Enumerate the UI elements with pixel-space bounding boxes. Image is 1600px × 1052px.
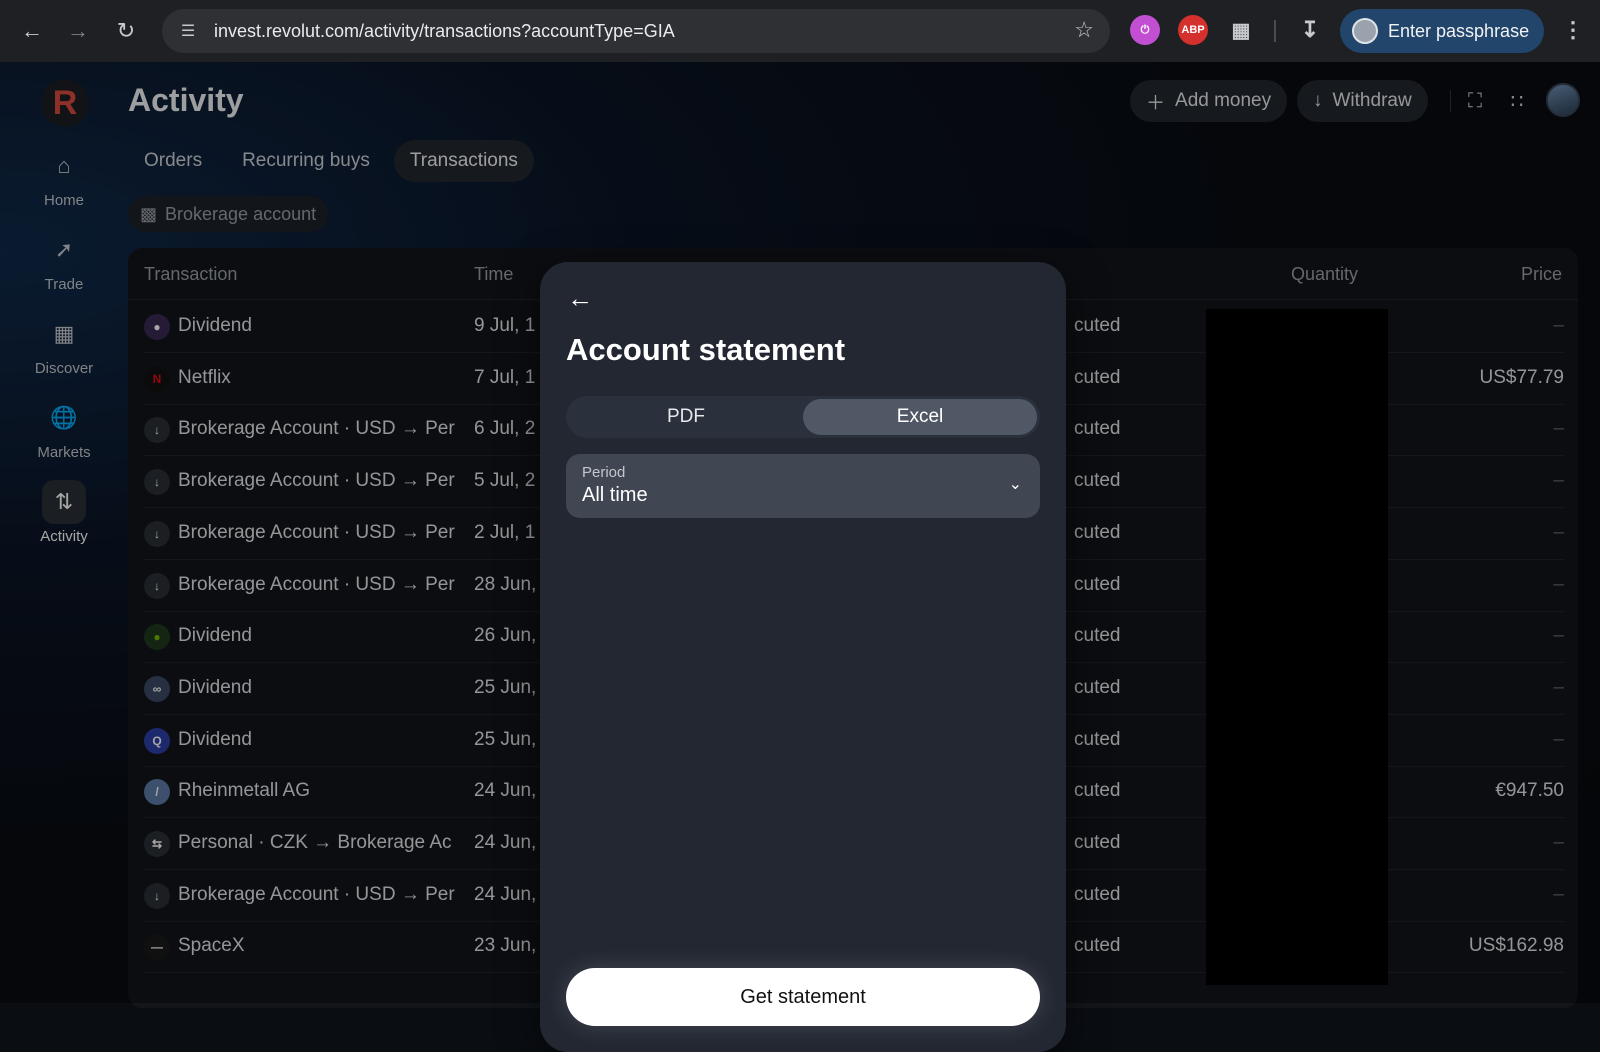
format-excel-option[interactable]: Excel — [803, 399, 1037, 435]
bookmark-star-icon[interactable]: ☆ — [1074, 19, 1094, 41]
address-bar[interactable]: ☰ invest.revolut.com/activity/transactio… — [162, 9, 1110, 53]
browser-menu-icon[interactable]: ⋮ — [1558, 15, 1588, 45]
adblock-label: ABP — [1181, 24, 1205, 36]
power-extension-icon[interactable]: ⏻ — [1130, 15, 1160, 45]
period-value: All time — [582, 484, 648, 506]
browser-toolbar: ← → ↻ ☰ invest.revolut.com/activity/tran… — [0, 0, 1600, 62]
extensions-puzzle-icon[interactable]: ▦ — [1226, 15, 1256, 45]
app-container: R ⌂ Home ➚ Trade ▦ Discover 🌐 Markets ⇅ … — [0, 62, 1600, 1052]
passphrase-label: Enter passphrase — [1388, 20, 1530, 41]
account-statement-modal: ← Account statement PDF Excel Period All… — [540, 262, 1066, 1052]
download-icon[interactable]: ↧ — [1295, 15, 1325, 45]
url-text: invest.revolut.com/activity/transactions… — [214, 20, 675, 41]
period-label: Period — [582, 464, 626, 481]
enter-passphrase-button[interactable]: Enter passphrase — [1340, 9, 1544, 53]
toolbar-divider — [1274, 20, 1276, 42]
reload-icon[interactable]: ↻ — [110, 15, 142, 47]
back-arrow-icon[interactable]: ← — [564, 282, 596, 314]
chevron-down-icon: ⌄ — [1008, 476, 1022, 493]
adblock-extension-icon[interactable]: ABP — [1178, 15, 1208, 45]
format-pdf-option[interactable]: PDF — [569, 399, 803, 435]
site-settings-icon[interactable]: ☰ — [176, 19, 200, 43]
get-statement-button[interactable]: Get statement — [566, 968, 1040, 1026]
modal-title: Account statement — [566, 332, 846, 367]
format-segmented-control: PDF Excel — [566, 396, 1040, 438]
profile-avatar-icon — [1352, 18, 1378, 44]
back-arrow-icon[interactable]: ← — [16, 15, 48, 47]
period-select[interactable]: Period All time ⌄ — [566, 454, 1040, 518]
forward-arrow-icon[interactable]: → — [62, 15, 94, 47]
